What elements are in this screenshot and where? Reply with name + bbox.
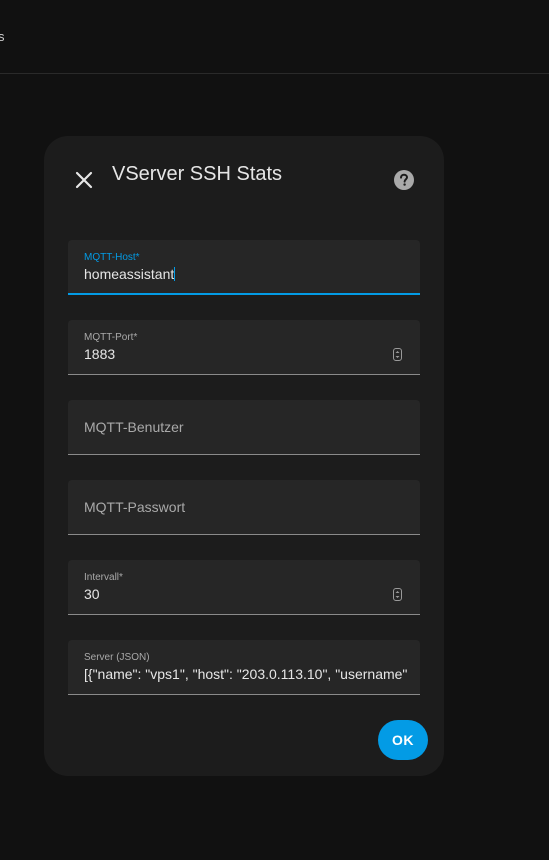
mqtt-password-label: MQTT-Passwort bbox=[84, 499, 186, 515]
mqtt-port-field[interactable]: MQTT-Port* 1883 bbox=[68, 320, 420, 375]
close-icon bbox=[75, 171, 93, 189]
mqtt-user-field[interactable]: MQTT-Benutzer bbox=[68, 400, 420, 455]
mqtt-port-label: MQTT-Port* bbox=[84, 332, 138, 343]
help-button[interactable] bbox=[384, 160, 424, 200]
ok-button[interactable]: OK bbox=[378, 720, 428, 760]
mqtt-host-value: homeassistant bbox=[84, 266, 175, 282]
mqtt-host-field[interactable]: MQTT-Host* homeassistant bbox=[68, 240, 420, 295]
mqtt-user-label: MQTT-Benutzer bbox=[84, 419, 184, 435]
servers-json-value: [{"name": "vps1", "host": "203.0.113.10"… bbox=[84, 666, 408, 682]
top-app-bar: s bbox=[0, 0, 549, 74]
text-caret bbox=[174, 267, 176, 281]
close-button[interactable] bbox=[64, 160, 104, 200]
dialog-title: VServer SSH Stats bbox=[112, 163, 283, 185]
interval-label: Intervall* bbox=[84, 572, 123, 583]
topbar-text-fragment: s bbox=[0, 29, 5, 44]
servers-json-field[interactable]: Server (JSON) [{"name": "vps1", "host": … bbox=[68, 640, 420, 695]
interval-value: 30 bbox=[84, 586, 100, 602]
servers-json-label: Server (JSON) bbox=[84, 652, 150, 663]
mqtt-port-value: 1883 bbox=[84, 346, 116, 362]
mqtt-host-label: MQTT-Host* bbox=[84, 252, 140, 263]
interval-field[interactable]: Intervall* 30 bbox=[68, 560, 420, 615]
mqtt-host-value-wrap: homeassistant bbox=[84, 266, 176, 282]
interval-stepper-icon[interactable] bbox=[393, 588, 402, 601]
config-dialog: VServer SSH Stats MQTT-Host* homeassista… bbox=[44, 136, 444, 776]
port-stepper-icon[interactable] bbox=[393, 348, 402, 361]
mqtt-password-field[interactable]: MQTT-Passwort bbox=[68, 480, 420, 535]
help-circle-icon bbox=[394, 170, 414, 190]
